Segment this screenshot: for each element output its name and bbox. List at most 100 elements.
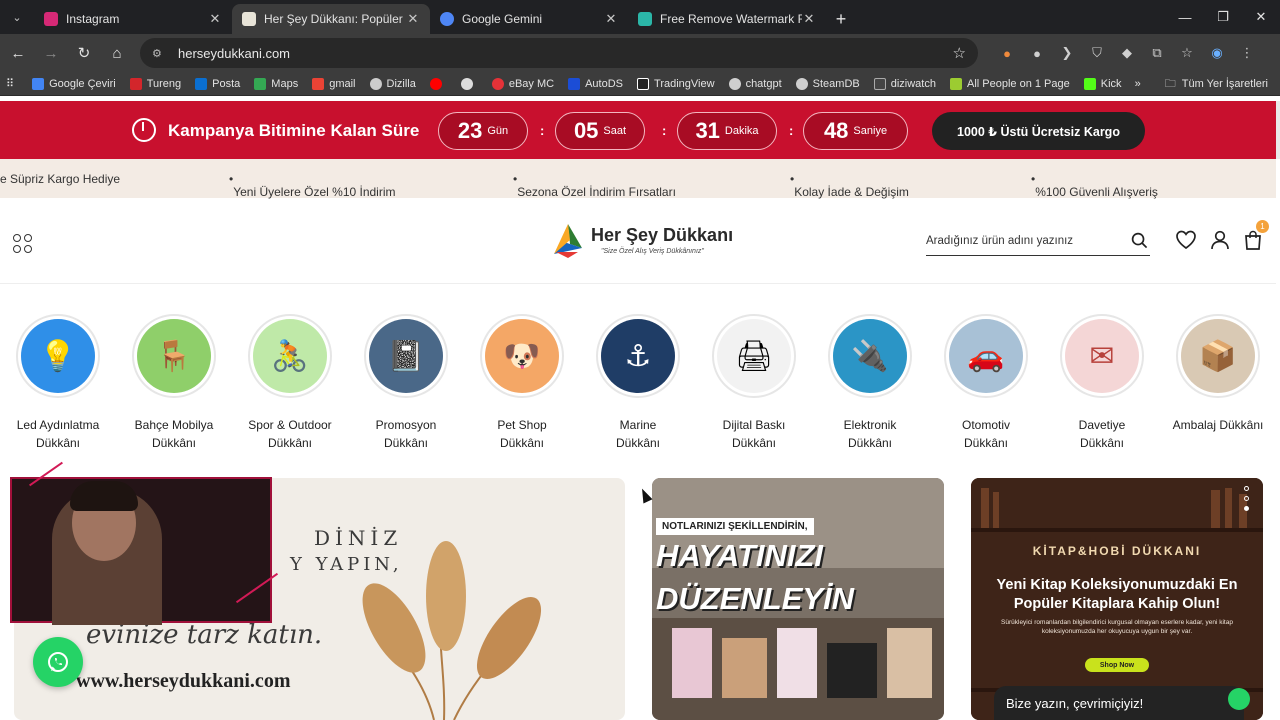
bookmark-favicon-icon [873,77,886,90]
category-label-line: Dükkânı [731,436,777,450]
shop-now-button[interactable]: Shop Now [1085,658,1149,672]
address-bar[interactable]: ⚙ herseydukkani.com ☆ [140,38,978,68]
bookmark-label: Maps [271,77,299,90]
user-icon[interactable] [1209,229,1231,251]
search-icon[interactable] [1131,232,1148,249]
browser-toolbar: ← → ↻ ⌂ ⚙ herseydukkani.com ☆ ● ● ❯ ⛉ ◆ … [0,34,1280,72]
bookmark-gmail[interactable]: gmail [312,77,356,90]
close-window-icon[interactable]: ✕ [1242,0,1280,34]
browser-menu-icon[interactable]: ⋮ [1232,38,1262,68]
bookmark-chatgpt[interactable]: chatgpt [728,77,782,90]
bookmark-tradingview[interactable]: TradingView [637,77,715,90]
chevron-right-icon[interactable]: » [1135,78,1141,90]
new-tab-icon[interactable]: + [826,4,856,34]
apps-grid-icon[interactable]: ⠿ [6,77,14,90]
bookmark-ebay[interactable]: eBay MC [491,77,554,90]
category-label-line: Pet Shop [497,418,547,432]
browser-tab-bar: ⌄ Instagram ✕ Her Şey Dükkanı: Popüler Ü… [0,0,1280,34]
bookmark-diziwatch[interactable]: diziwatch [873,77,936,90]
maximize-icon[interactable]: ❐ [1204,0,1242,34]
extension-orange-icon[interactable]: ● [992,38,1022,68]
tab-watermark[interactable]: Free Remove Watermark From ✕ [628,4,826,34]
close-icon[interactable]: ✕ [604,11,618,27]
categories-grid-icon[interactable] [13,234,33,254]
page-scrollbar[interactable] [1276,101,1280,159]
home-icon[interactable]: ⌂ [102,38,132,68]
countdown-seconds: 48 Saniye [803,112,908,150]
tab-title: Google Gemini [462,12,543,26]
bookmark-label: Dizilla [386,77,416,90]
bookmark-favicon-icon [369,77,382,90]
bookmark-steamdb[interactable]: SteamDB [795,77,860,90]
close-icon[interactable]: ✕ [802,11,816,27]
marquee-item: • Yeni Üyelere Özel %10 İndirim [229,172,396,199]
category-label: Marine Dükkânı [580,416,696,452]
back-icon[interactable]: ← [3,38,33,68]
bookmark-favicon-icon [195,77,208,90]
logo-slogan: "Size Özel Alış Veriş Dükkânınız" [601,248,704,255]
tab-gemini[interactable]: Google Gemini ✕ [430,4,628,34]
category-label-line: Dükkânı [151,436,197,450]
carousel-dot-active[interactable] [1244,506,1249,511]
marquee-item: e Süpriz Kargo Hediye [0,172,121,186]
bookmark-openai[interactable] [460,77,478,90]
bookmark-google-ceviri[interactable]: Google Çeviri [32,77,116,90]
minimize-icon[interactable]: — [1166,0,1204,34]
category-label: Led Aydınlatma Dükkânı [0,416,116,452]
bookmark-maps[interactable]: Maps [254,77,299,90]
extensions-area: ● ● ❯ ⛉ ◆ ⧉ ☆ ◉ ⋮ [992,38,1262,68]
site-info-icon[interactable]: ⚙ [152,47,168,60]
site-logo[interactable]: Her Şey Dükkanı "Size Özel Alış Veriş Dü… [548,220,738,262]
bookmark-tureng[interactable]: Tureng [129,77,181,90]
countdown-value: 05 [573,118,599,143]
extension-diamond-icon[interactable]: ◆ [1112,38,1142,68]
live-chat-widget[interactable]: Bize yazın, çevrimiçiyiz! [994,686,1250,720]
extensions-puzzle-icon[interactable]: ⧉ [1142,38,1172,68]
close-icon[interactable]: ✕ [208,11,222,27]
bookmark-dizilla[interactable]: Dizilla [369,77,416,90]
stationery-banner[interactable]: NOTLARINIZI ŞEKİLLENDİRİN, HAYATINIZI DÜ… [652,478,944,720]
notebook-icon: 📓 [387,339,425,373]
category-image: 🔌 [828,314,912,398]
extension-shield-icon[interactable]: ⛉ [1082,38,1112,68]
category-image-bg: 🚴 [253,319,327,393]
bookmark-label: Google Çeviri [49,77,116,90]
banner-brand: KİTAP&HOBİ DÜKKANI [1032,544,1202,558]
extension-gray-icon[interactable]: ● [1022,38,1052,68]
whatsapp-button[interactable] [33,637,83,687]
bookmark-autods[interactable]: AutoDS [568,77,623,90]
bookmark-youtube[interactable] [429,77,447,90]
category-image: 🚴 [248,314,332,398]
forward-icon[interactable]: → [36,38,66,68]
tab-herseydukkani[interactable]: Her Şey Dükkanı: Popüler Ürünl ✕ [232,4,430,34]
bookmark-star-icon[interactable]: ☆ [953,44,966,62]
site-header: Her Şey Dükkanı "Size Özel Alış Veriş Dü… [0,198,1276,284]
category-image-bg: 📓 [369,319,443,393]
category-label-line: Dükkânı [963,436,1009,450]
carousel-dot[interactable] [1244,486,1249,491]
marquee-item-text: %100 Güvenli Alışveriş [1035,185,1158,199]
tab-search-icon[interactable]: ⌄ [0,0,34,34]
bookmark-favicon-icon [129,77,142,90]
url-text[interactable]: herseydukkani.com [178,46,953,61]
bookmark-kick[interactable]: Kick [1083,77,1122,90]
heart-icon[interactable] [1175,229,1197,251]
marquee-item: • Sezona Özel İndirim Fırsatları [513,172,676,199]
search-input[interactable] [926,228,1121,254]
tab-instagram[interactable]: Instagram ✕ [34,4,232,34]
bookmark-label: gmail [329,77,356,90]
carousel-dot[interactable] [1244,496,1249,501]
close-icon[interactable]: ✕ [406,11,420,27]
reload-icon[interactable]: ↻ [69,38,99,68]
category-label-line: Bahçe Mobilya [134,418,214,432]
bookmark-all-people[interactable]: All People on 1 Page [949,77,1070,90]
profile-avatar-icon[interactable]: ◉ [1202,38,1232,68]
folder-icon: 🗀 [1164,77,1176,90]
reading-list-icon[interactable]: ☆ [1172,38,1202,68]
bookmark-label: Kick [1100,77,1122,90]
category-image: 🚗 [944,314,1028,398]
books-banner[interactable]: KİTAP&HOBİ DÜKKANI Yeni Kitap Koleksiyon… [971,478,1263,720]
bookmark-posta[interactable]: Posta [195,77,240,90]
extension-arrow-icon[interactable]: ❯ [1052,38,1082,68]
all-bookmarks-folder[interactable]: Tüm Yer İşaretleri [1182,78,1268,90]
